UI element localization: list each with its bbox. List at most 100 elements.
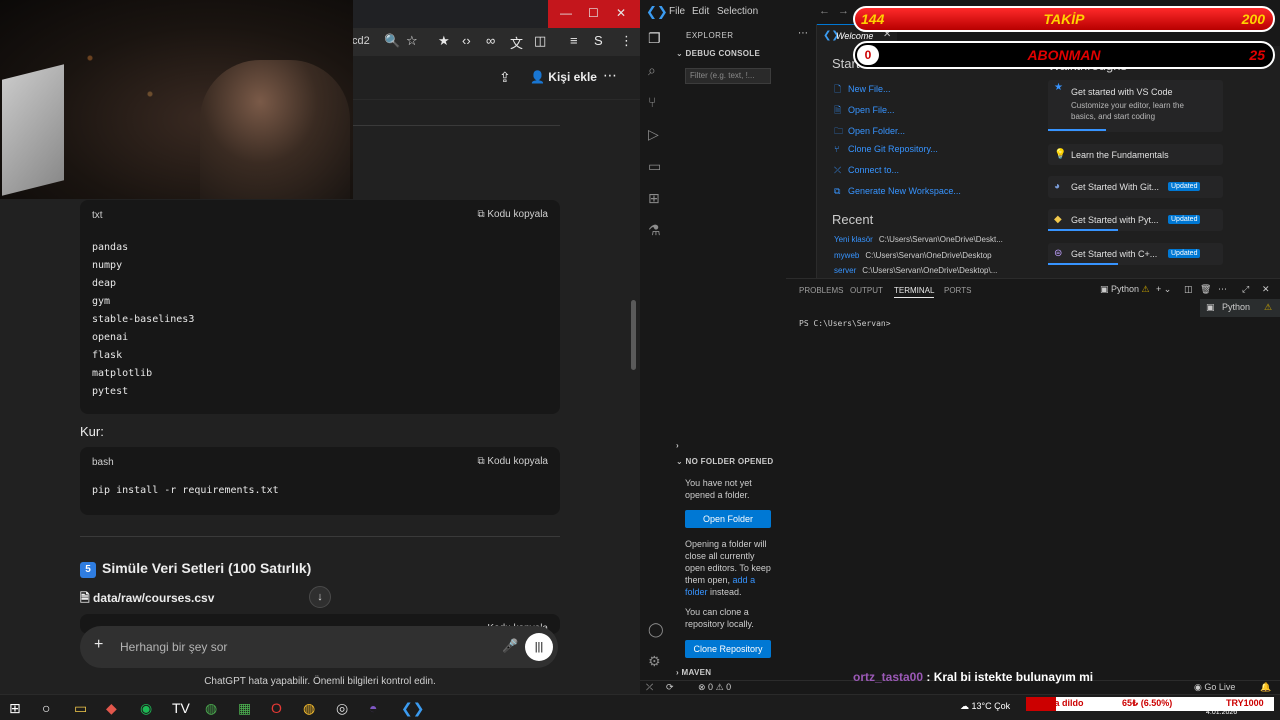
remote-explorer-icon[interactable]: ▭	[648, 158, 661, 175]
back-arrow-icon[interactable]: ←	[819, 5, 830, 17]
chat-composer[interactable]: + Herhangi bir şey sor 🎤 |||	[80, 626, 558, 668]
person-icon: 👤	[530, 70, 549, 84]
translate-icon[interactable]: 文	[510, 33, 523, 52]
bookmark-star-icon[interactable]: ☆	[406, 33, 418, 49]
tab-output[interactable]: OUTPUT	[850, 286, 883, 295]
menu-file[interactable]: File	[669, 6, 685, 17]
weather-widget[interactable]: ☁ 13°C Çok	[960, 701, 1010, 712]
connect-link[interactable]: ⤫ Connect to...	[834, 165, 899, 176]
explorer-more-icon[interactable]: ⋯	[798, 28, 808, 39]
open-folder-button[interactable]: Open Folder	[685, 510, 771, 528]
extension-icon[interactable]: ★	[438, 33, 450, 49]
browser-scrollbar[interactable]	[631, 300, 636, 370]
url-text[interactable]: cd2	[352, 35, 370, 47]
spotify-icon[interactable]: ◉	[140, 700, 152, 717]
settings-gear-icon[interactable]: ⚙	[648, 653, 661, 670]
app-icon[interactable]: ◆	[106, 700, 117, 717]
copy-code-button[interactable]: ⧉ Kodu kopyala	[477, 209, 548, 220]
panel-more-icon[interactable]: ⋯	[1218, 284, 1227, 295]
no-folder-section[interactable]: ⌄ NO FOLDER OPENED	[676, 457, 773, 466]
open-file-link[interactable]: 🗎 Open File...	[834, 103, 895, 119]
playlist-icon[interactable]: ≡	[570, 33, 578, 48]
recent-item[interactable]: Yeni klasör C:\Users\Servan\OneDrive\Desk…	[834, 235, 1003, 244]
vscode-taskbar-icon[interactable]: ❮❯	[401, 700, 424, 717]
notifications-icon[interactable]: 🔔	[1260, 682, 1271, 693]
remote-status-icon[interactable]: ⤫	[646, 682, 653, 693]
scroll-down-button[interactable]: ↓	[309, 586, 331, 608]
extensions-icon[interactable]: ⊞	[648, 190, 660, 207]
install-code-block: bash ⧉ Kodu kopyala pip install -r requi…	[80, 447, 560, 515]
browser-menu-icon[interactable]: ⋮	[620, 33, 633, 49]
maximize-panel-icon[interactable]: ⤢	[1242, 284, 1249, 295]
run-debug-icon[interactable]: ▷	[648, 126, 659, 143]
walkthrough-card-git[interactable]: ◕ Get Started With Git... Updated	[1048, 176, 1223, 198]
walkthrough-card-cpp[interactable]: ⊜ Get Started with C+... Updated	[1048, 243, 1223, 265]
link-icon[interactable]: ∞	[486, 33, 495, 48]
menu-selection[interactable]: Selection	[717, 6, 758, 17]
more-options-icon[interactable]: ⋯	[603, 67, 618, 84]
explorer-icon[interactable]: ❐	[648, 30, 661, 47]
new-file-link[interactable]: 🗋 New File...	[834, 82, 891, 98]
opera-icon[interactable]: O	[271, 700, 282, 716]
search-icon[interactable]: ○	[42, 700, 50, 716]
clone-repository-button[interactable]: Clone Repository	[685, 640, 771, 658]
account-icon[interactable]: ◯	[648, 621, 664, 638]
file-explorer-icon[interactable]: ▭	[74, 700, 87, 717]
open-folder-link[interactable]: 🗀 Open Folder...	[834, 124, 905, 140]
maven-section[interactable]: › MAVEN	[676, 668, 711, 677]
share-icon[interactable]: ⇪	[499, 69, 511, 86]
discord-icon[interactable]: ◓	[369, 700, 377, 716]
clone-git-link[interactable]: ⑂ Clone Git Repository...	[834, 144, 938, 154]
testing-icon[interactable]: ⚗	[648, 222, 661, 239]
trash-icon[interactable]: 🗑	[1200, 284, 1211, 295]
tradingview-icon[interactable]: TV	[172, 700, 190, 716]
microphone-icon[interactable]: 🎤	[502, 638, 518, 654]
screenshot-icon[interactable]: ◫	[534, 33, 546, 49]
store-icon[interactable]: ▦	[238, 700, 251, 717]
terminal-list-item[interactable]: ▣ Python ⚠	[1200, 299, 1280, 317]
walkthrough-card-python[interactable]: ◆ Get Started with Pyt... Updated	[1048, 209, 1223, 231]
extension-s-icon[interactable]: S	[594, 33, 603, 48]
search-icon[interactable]: ⌕	[648, 62, 656, 79]
new-terminal-icon[interactable]: + ⌄	[1156, 284, 1171, 295]
copy-code-button[interactable]: ⧉ Kodu kopyala	[477, 456, 548, 467]
chrome-icon[interactable]: ◍	[205, 700, 217, 717]
source-control-icon[interactable]: ⑂	[648, 94, 656, 110]
zoom-icon[interactable]: 🔍	[384, 33, 400, 49]
forward-arrow-icon[interactable]: →	[838, 5, 849, 17]
code-icon[interactable]: ‹›	[462, 33, 471, 48]
obs-icon[interactable]: ◎	[336, 700, 348, 717]
close-panel-icon[interactable]: ✕	[1262, 284, 1270, 295]
menu-edit[interactable]: Edit	[692, 6, 709, 17]
close-icon[interactable]: ✕	[616, 6, 626, 20]
maximize-icon[interactable]: ☐	[588, 6, 599, 20]
debug-filter-input[interactable]: Filter (e.g. text, !...	[685, 68, 771, 84]
tab-problems[interactable]: PROBLEMS	[799, 286, 843, 295]
go-live-button[interactable]: ◉ Go Live	[1194, 682, 1235, 693]
minimize-icon[interactable]: —	[560, 6, 572, 20]
sub-label: ABONMAN	[1027, 47, 1101, 63]
warning-icon: ⚠	[715, 682, 727, 692]
walkthrough-card-vscode[interactable]: ★ Get started with VS Code Customize you…	[1048, 80, 1223, 132]
split-terminal-icon[interactable]: ◫	[1184, 284, 1193, 295]
generate-workspace-link[interactable]: ⧉ Generate New Workspace...	[834, 186, 961, 197]
terminal-prompt[interactable]: PS C:\Users\Servan>	[799, 319, 891, 328]
recent-item[interactable]: myweb C:\Users\Servan\OneDrive\Desktop	[834, 251, 992, 260]
voice-mode-button[interactable]: |||	[525, 633, 553, 661]
walkthrough-card-fundamentals[interactable]: 💡 Learn the Fundamentals	[1048, 144, 1223, 165]
composer-placeholder[interactable]: Herhangi bir şey sor	[120, 640, 227, 654]
tab-ports[interactable]: PORTS	[944, 286, 971, 295]
sync-icon[interactable]: ⟳	[666, 682, 674, 693]
chevron-right-icon[interactable]: ›	[676, 441, 679, 450]
problems-status[interactable]: ⊗ 0 ⚠ 0	[698, 682, 731, 693]
recent-item[interactable]: server C:\Users\Servan\OneDrive\Desktop\.…	[834, 266, 997, 275]
add-person-button[interactable]: 👤 Kişi ekle	[530, 70, 597, 84]
code-line: deap	[92, 278, 117, 289]
chrome-2-icon[interactable]: ◍	[303, 700, 315, 717]
plus-icon[interactable]: +	[94, 636, 103, 654]
debug-console-section[interactable]: ⌄ DEBUG CONSOLE	[676, 49, 760, 58]
terminal-profile[interactable]: ▣ Python ⚠	[1100, 284, 1150, 295]
tab-terminal[interactable]: TERMINAL	[894, 286, 935, 298]
start-icon[interactable]: ⊞	[9, 700, 21, 717]
open-file-icon: 🗎	[834, 105, 842, 115]
